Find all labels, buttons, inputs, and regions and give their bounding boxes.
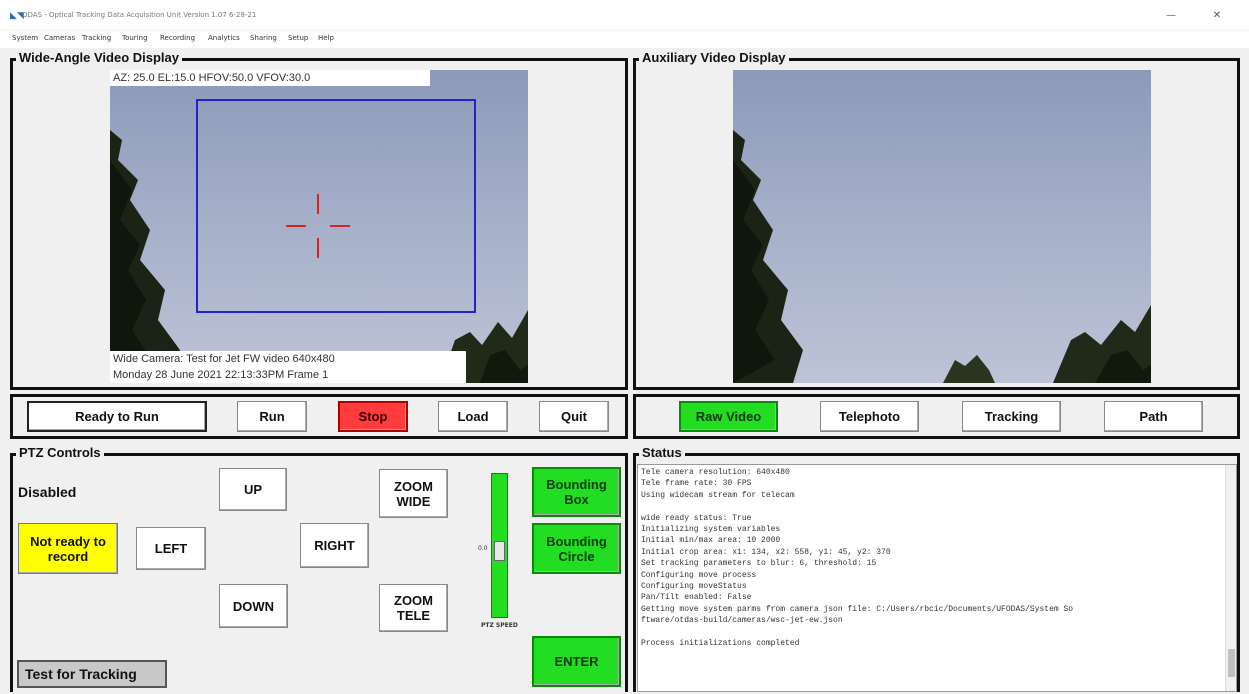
menu-bar: System Cameras Tracking Touring Recordin…: [0, 31, 1249, 48]
status-line: [641, 501, 1233, 512]
test-for-tracking-label: Test for Tracking: [17, 660, 167, 688]
status-line: Configuring moveStatus: [641, 582, 747, 592]
menu-cameras[interactable]: Cameras: [44, 34, 75, 42]
tracking-button[interactable]: Tracking: [962, 401, 1061, 432]
menu-help[interactable]: Help: [318, 34, 334, 42]
bounding-box-button[interactable]: Bounding Box: [532, 467, 621, 517]
ptz-label: PTZ Controls: [16, 446, 104, 460]
ptz-down-button[interactable]: DOWN: [219, 584, 288, 628]
slider-thumb[interactable]: [494, 541, 505, 561]
minimize-button[interactable]: —: [1148, 6, 1194, 26]
menu-setup[interactable]: Setup: [288, 34, 308, 42]
wide-angle-label: Wide-Angle Video Display: [16, 51, 183, 65]
menu-tracking[interactable]: Tracking: [82, 34, 111, 42]
wide-angle-scene: [110, 99, 528, 383]
status-line: Getting move system parms from camera js…: [641, 604, 1074, 614]
enter-button[interactable]: ENTER: [532, 636, 621, 687]
status-scrollbar-thumb[interactable]: [1228, 649, 1235, 677]
menu-analytics[interactable]: Analytics: [208, 34, 240, 42]
auxiliary-scene: [733, 130, 1151, 383]
menu-touring[interactable]: Touring: [122, 34, 148, 42]
stop-button[interactable]: Stop: [338, 401, 408, 432]
status-line: Initializing system variables: [641, 525, 781, 535]
status-line: Tele camera resolution: 640x480: [641, 468, 790, 477]
status-line: Pan/Tilt enabled: False: [641, 593, 752, 603]
ptz-left-button[interactable]: LEFT: [136, 527, 206, 570]
auxiliary-label: Auxiliary Video Display: [639, 51, 789, 65]
ptz-up-button[interactable]: UP: [219, 468, 287, 511]
slider-value: 0.0: [478, 545, 488, 552]
menu-sharing[interactable]: Sharing: [250, 34, 277, 42]
wide-overlay-top: AZ: 25.0 EL:15.0 HFOV:50.0 VFOV:30.0: [110, 70, 430, 86]
bounding-circle-button[interactable]: Bounding Circle: [532, 523, 621, 574]
status-line: Initial min/max area: 10 2000: [641, 536, 781, 546]
raw-video-button[interactable]: Raw Video: [679, 401, 778, 432]
path-button[interactable]: Path: [1104, 401, 1203, 432]
status-line: ftware/otdas-build/cameras/wsc-jet-ew.js…: [641, 616, 843, 626]
wide-angle-video[interactable]: AZ: 25.0 EL:15.0 HFOV:50.0 VFOV:30.0 Wid…: [110, 70, 528, 383]
close-button[interactable]: ✕: [1194, 6, 1240, 26]
auxiliary-video[interactable]: [733, 70, 1151, 383]
run-button[interactable]: Run: [237, 401, 307, 432]
status-line: [641, 627, 1233, 638]
status-label: Status: [639, 446, 685, 460]
telephoto-button[interactable]: Telephoto: [820, 401, 919, 432]
status-line: Set tracking parameters to blur: 6, thre…: [641, 559, 877, 569]
record-status-button[interactable]: Not ready to record: [18, 523, 118, 574]
menu-system[interactable]: System: [12, 34, 38, 42]
status-line: Tele frame rate: 30 FPS: [641, 479, 752, 489]
status-line: Initial crop area: x1: 134, x2: 558, y1:…: [641, 547, 891, 557]
quit-button[interactable]: Quit: [539, 401, 609, 432]
status-lines: Tele camera resolution: 640x480 Tele fram…: [641, 467, 1233, 650]
ptz-speed-label: PTZ SPEED: [481, 622, 518, 629]
status-line: Using widecam stream for telecam: [641, 490, 795, 500]
menu-recording[interactable]: Recording: [160, 34, 195, 42]
ready-to-run-button[interactable]: Ready to Run: [27, 401, 207, 432]
wide-overlay-bottom-2: Monday 28 June 2021 22:13:33PM Frame 1: [110, 367, 466, 383]
status-line: Configuring move process: [641, 570, 757, 580]
status-log[interactable]: Tele camera resolution: 640x480 Tele fram…: [637, 464, 1237, 692]
ptz-state: Disabled: [18, 484, 77, 500]
wide-overlay-bottom-1: Wide Camera: Test for Jet FW video 640x4…: [110, 351, 466, 367]
tracking-box: [196, 99, 476, 313]
window-title: ODAS - Optical Tracking Data Acquisition…: [22, 11, 257, 19]
ptz-speed-slider[interactable]: [491, 473, 508, 618]
reticle-icon: [286, 194, 350, 258]
title-bar: ◣◥ ODAS - Optical Tracking Data Acquisit…: [0, 0, 1249, 30]
ptz-right-button[interactable]: RIGHT: [300, 523, 369, 568]
status-line: Process initializations completed: [641, 639, 800, 649]
zoom-wide-button[interactable]: ZOOM WIDE: [379, 469, 448, 518]
status-scrollbar[interactable]: [1225, 465, 1236, 691]
zoom-tele-button[interactable]: ZOOM TELE: [379, 584, 448, 632]
status-line: wide ready status: True: [641, 513, 752, 523]
load-button[interactable]: Load: [438, 401, 508, 432]
